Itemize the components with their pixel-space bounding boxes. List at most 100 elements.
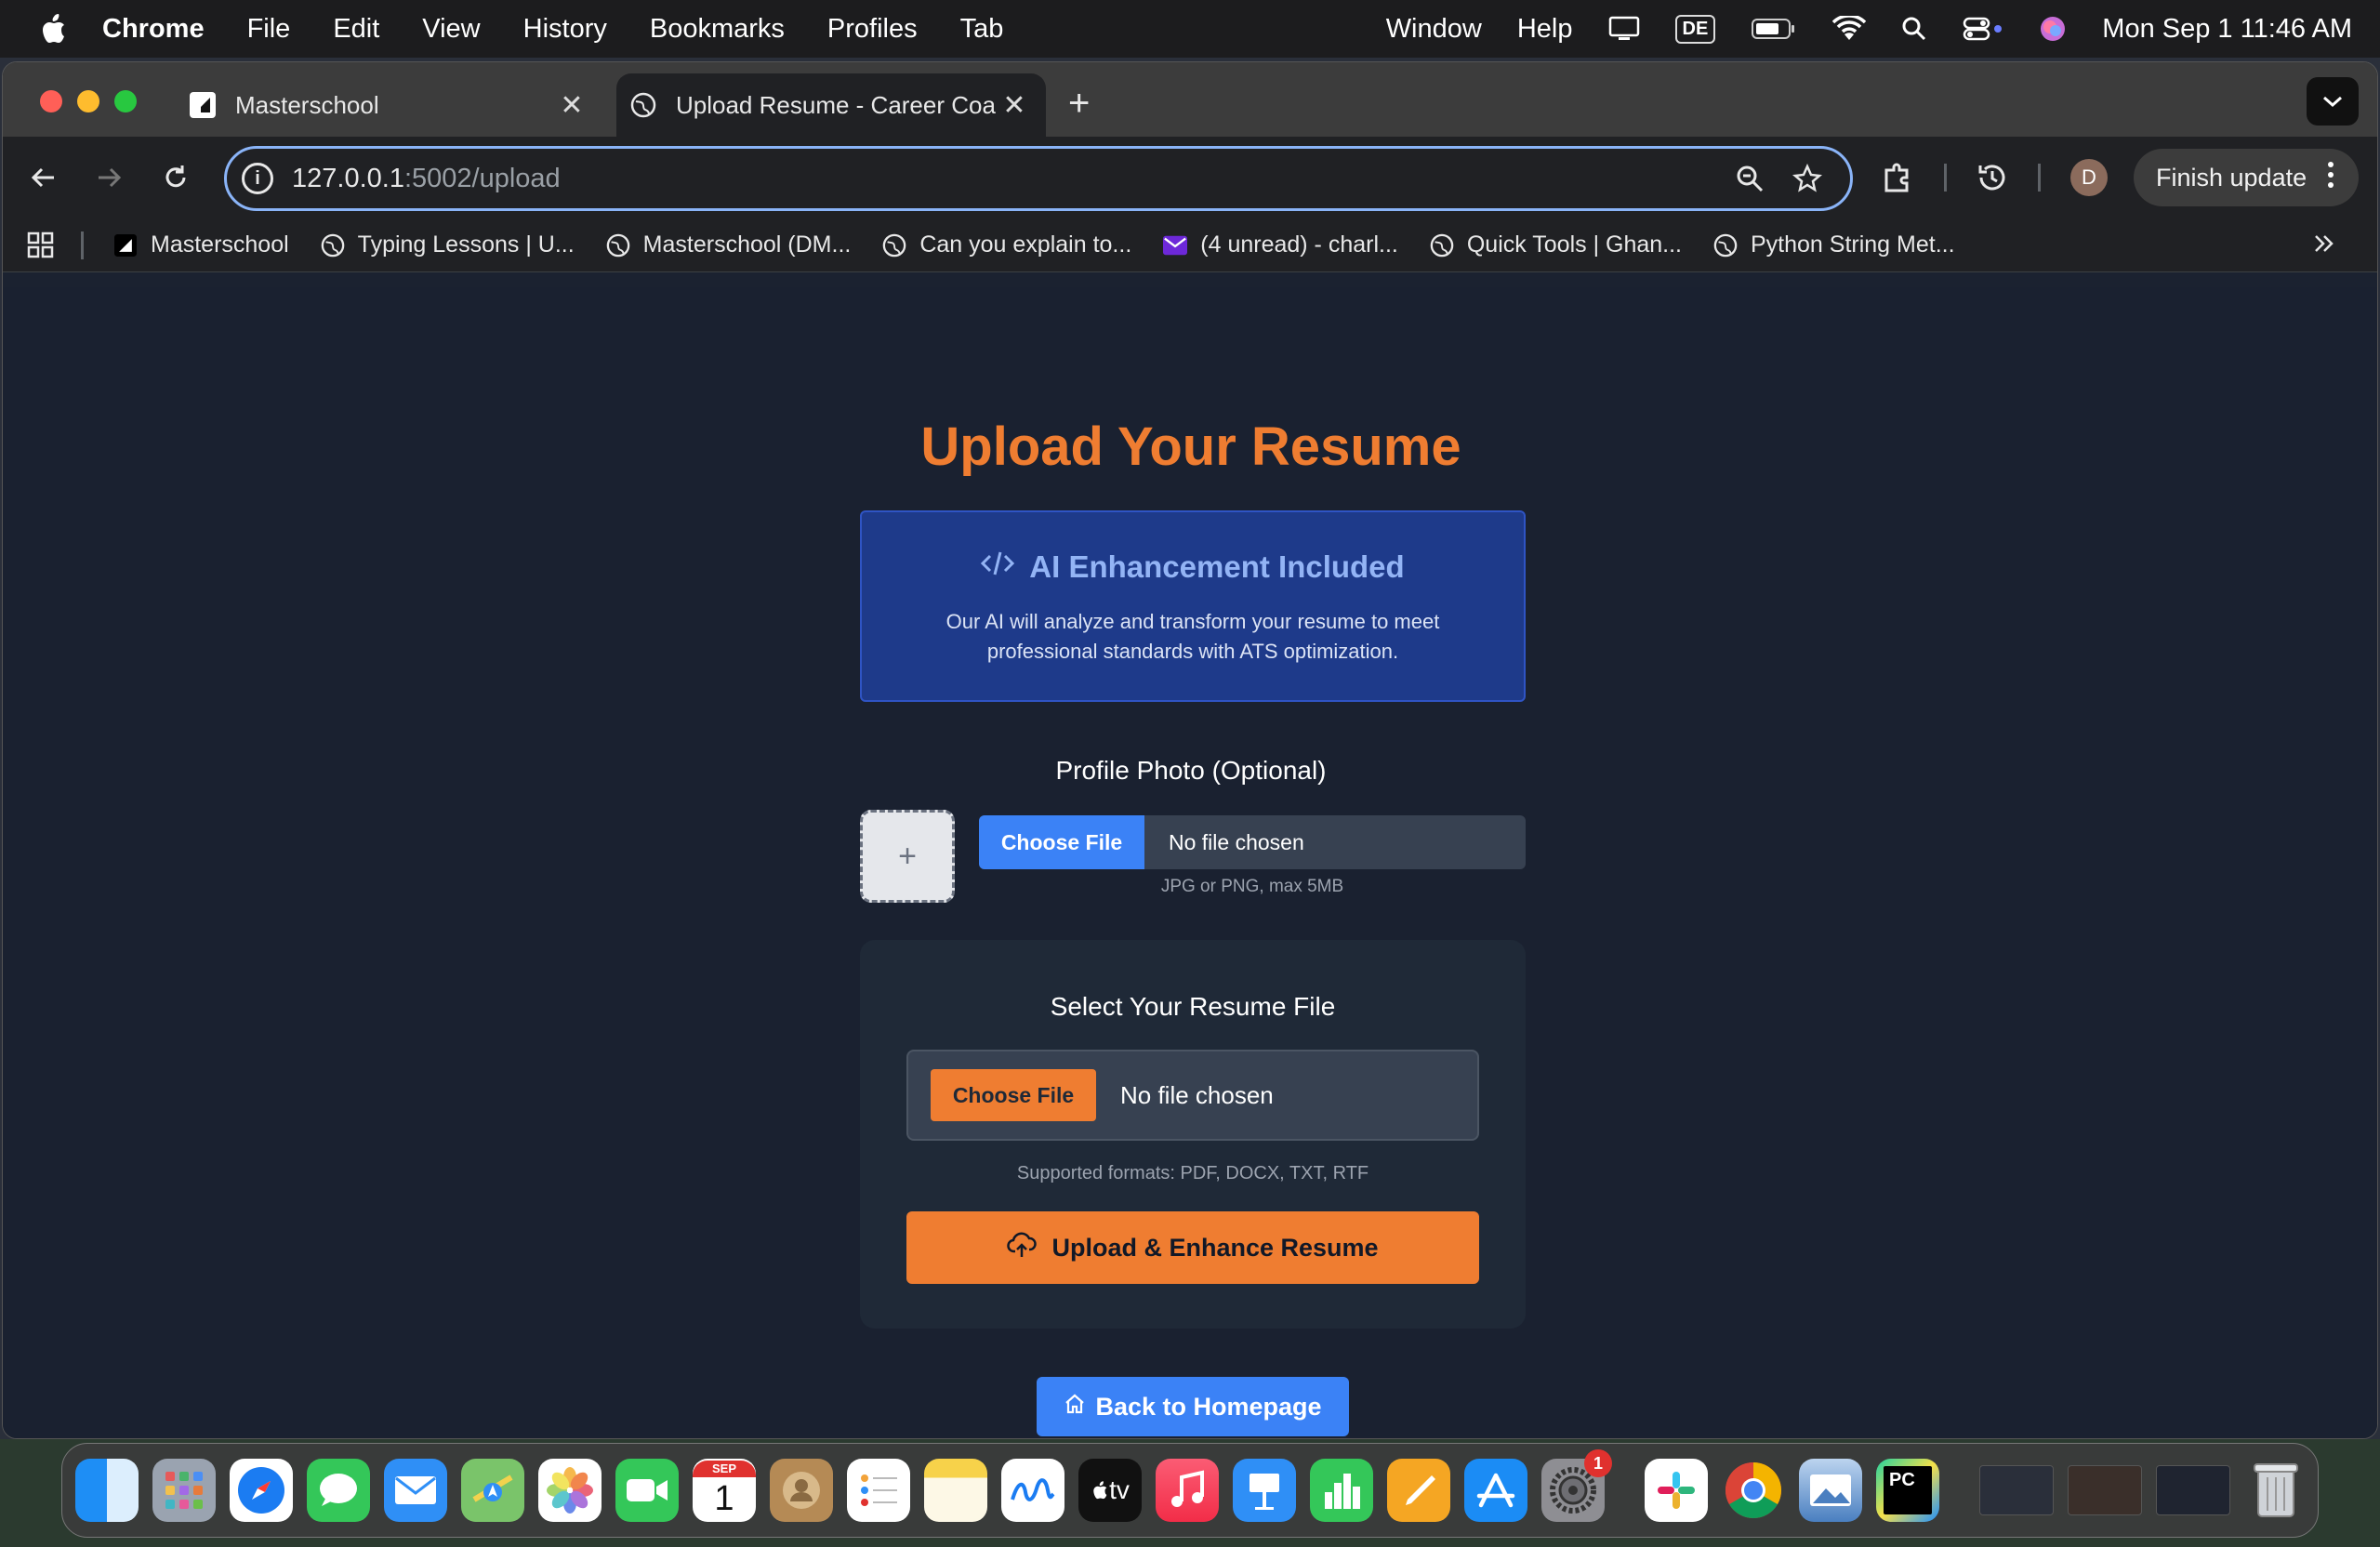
tab-upload-resume[interactable]: Upload Resume - Career Coach ✕ (616, 73, 1046, 137)
close-window-button[interactable] (40, 90, 62, 112)
menu-window[interactable]: Window (1386, 14, 1482, 45)
photo-format-hint: JPG or PNG, max 5MB (1160, 877, 1344, 896)
more-vertical-icon[interactable] (2327, 161, 2334, 195)
apps-grid-icon[interactable] (27, 231, 55, 259)
chrome-icon[interactable] (1722, 1459, 1785, 1522)
resume-choose-file-button[interactable]: Choose File (931, 1069, 1096, 1121)
finder-icon[interactable] (75, 1459, 139, 1522)
system-settings-icon[interactable]: 1 (1541, 1449, 1612, 1522)
bookmarks-divider (81, 231, 84, 259)
globe-icon (321, 233, 345, 258)
wifi-icon[interactable] (1832, 16, 1867, 42)
slack-icon[interactable] (1645, 1459, 1708, 1522)
launchpad-icon[interactable] (152, 1459, 216, 1522)
calendar-icon[interactable]: SEP 1 (693, 1459, 756, 1522)
keyboard-layout-badge[interactable]: DE (1674, 14, 1716, 44)
minimized-window-thumbnail[interactable] (1979, 1465, 2054, 1515)
mail-icon[interactable] (384, 1459, 447, 1522)
menu-history[interactable]: History (523, 14, 607, 45)
forward-arrow-icon[interactable] (88, 157, 129, 198)
toolbar-divider (1944, 164, 1947, 192)
photo-choose-file-button[interactable]: Choose File (979, 815, 1144, 869)
ai-enhancement-title: AI Enhancement Included (1029, 549, 1405, 584)
zoom-icon[interactable] (1735, 164, 1765, 193)
contacts-icon[interactable] (770, 1459, 833, 1522)
keynote-icon[interactable] (1233, 1459, 1296, 1522)
bookmark-item[interactable]: Masterschool (DM... (606, 231, 851, 258)
calendar-month: SEP (693, 1461, 756, 1477)
globe-icon (1713, 233, 1738, 258)
control-center-icon[interactable] (1963, 16, 2003, 42)
menu-app-name[interactable]: Chrome (102, 14, 205, 45)
display-icon[interactable] (1608, 16, 1640, 42)
tab-close-icon[interactable]: ✕ (996, 89, 1033, 122)
maximize-window-button[interactable] (114, 90, 137, 112)
tv-icon[interactable]: tv (1078, 1459, 1142, 1522)
siri-icon[interactable] (2039, 15, 2067, 43)
minimize-window-button[interactable] (77, 90, 99, 112)
globe-icon (882, 233, 906, 258)
tab-masterschool[interactable]: Masterschool ✕ (176, 73, 603, 137)
menu-help[interactable]: Help (1517, 14, 1573, 45)
menu-edit[interactable]: Edit (333, 14, 379, 45)
finish-update-button[interactable]: Finish update (2134, 149, 2360, 206)
site-info-icon[interactable]: i (242, 163, 273, 194)
preview-icon[interactable] (1799, 1459, 1862, 1522)
resume-file-input[interactable]: Choose File No file chosen (906, 1050, 1479, 1141)
browser-toolbar: i 127.0.0.1:5002/upload D Finish update (3, 137, 2377, 218)
profile-photo-preview[interactable]: + (860, 810, 955, 903)
minimized-window-thumbnail[interactable] (2068, 1465, 2142, 1515)
reload-icon[interactable] (155, 157, 196, 198)
notes-icon[interactable] (924, 1459, 987, 1522)
trash-icon[interactable] (2244, 1459, 2307, 1522)
macos-dock: SEP 1 tv 1 PC (61, 1443, 2319, 1538)
bookmark-item[interactable]: Quick Tools | Ghan... (1430, 231, 1682, 258)
reminders-icon[interactable] (847, 1459, 910, 1522)
pycharm-icon[interactable]: PC (1876, 1459, 1939, 1522)
music-icon[interactable] (1156, 1459, 1219, 1522)
menu-tab[interactable]: Tab (960, 14, 1004, 45)
extensions-icon[interactable] (1881, 161, 1914, 194)
battery-icon[interactable] (1751, 18, 1797, 40)
minimized-window-thumbnail[interactable] (2156, 1465, 2230, 1515)
bookmark-item[interactable]: (4 unread) - charl... (1163, 231, 1398, 258)
bookmark-label: Can you explain to... (919, 231, 1132, 258)
app-store-icon[interactable] (1464, 1459, 1527, 1522)
menu-file[interactable]: File (247, 14, 291, 45)
back-arrow-icon[interactable] (23, 157, 64, 198)
bookmark-item[interactable]: Typing Lessons | U... (321, 231, 575, 258)
spotlight-search-icon[interactable] (1901, 16, 1927, 42)
bookmark-item[interactable]: Masterschool (113, 231, 289, 258)
url-text[interactable]: 127.0.0.1:5002/upload (292, 164, 1735, 194)
bookmark-star-icon[interactable] (1792, 164, 1822, 193)
new-tab-icon[interactable]: + (1068, 83, 1090, 125)
messages-icon[interactable] (307, 1459, 370, 1522)
tab-close-icon[interactable]: ✕ (553, 89, 590, 122)
menu-profiles[interactable]: Profiles (827, 14, 918, 45)
profile-photo-file-input[interactable]: Choose File No file chosen (979, 815, 1526, 869)
history-icon[interactable] (1977, 162, 2008, 193)
back-to-homepage-button[interactable]: Back to Homepage (1037, 1377, 1349, 1436)
bookmarks-bar: Masterschool Typing Lessons | U... Maste… (3, 218, 2377, 272)
photos-icon[interactable] (538, 1459, 602, 1522)
menu-clock[interactable]: Mon Sep 1 11:46 AM (2102, 14, 2352, 45)
apple-menu-icon[interactable] (37, 10, 69, 47)
chevron-double-right-icon[interactable] (2312, 231, 2336, 256)
upload-enhance-button[interactable]: Upload & Enhance Resume (906, 1211, 1479, 1284)
mail-icon (1163, 233, 1188, 258)
tab-search-icon[interactable] (2307, 77, 2359, 126)
menu-bookmarks[interactable]: Bookmarks (650, 14, 785, 45)
facetime-icon[interactable] (615, 1459, 679, 1522)
menu-view[interactable]: View (422, 14, 480, 45)
address-bar[interactable]: i 127.0.0.1:5002/upload (224, 146, 1853, 211)
bookmark-item[interactable]: Can you explain to... (882, 231, 1131, 258)
safari-icon[interactable] (230, 1459, 293, 1522)
pages-icon[interactable] (1387, 1459, 1450, 1522)
maps-icon[interactable] (461, 1459, 524, 1522)
freeform-icon[interactable] (1001, 1459, 1064, 1522)
profile-avatar[interactable]: D (2070, 159, 2108, 196)
page-title: Upload Your Resume (920, 416, 1461, 477)
numbers-icon[interactable] (1310, 1459, 1373, 1522)
toolbar-actions: D Finish update (1881, 149, 2360, 206)
bookmark-item[interactable]: Python String Met... (1713, 231, 1955, 258)
